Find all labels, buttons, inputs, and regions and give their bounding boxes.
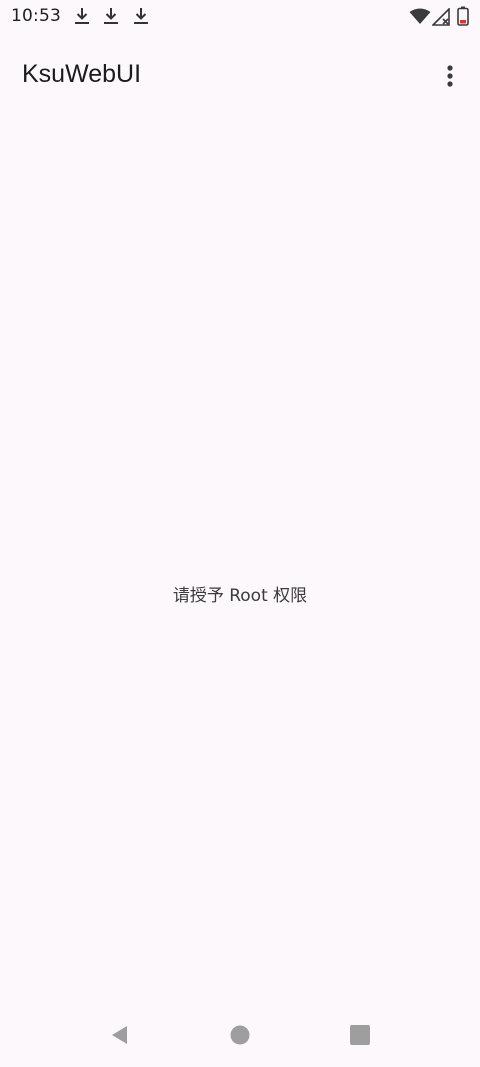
- status-time: 10:53: [11, 6, 61, 26]
- home-icon: [230, 1025, 250, 1045]
- back-button[interactable]: [104, 1020, 134, 1050]
- recents-button[interactable]: [345, 1020, 375, 1050]
- back-icon: [112, 1026, 127, 1044]
- home-button[interactable]: [225, 1020, 255, 1050]
- recents-icon: [350, 1025, 370, 1045]
- app-title: KsuWebUI: [22, 60, 142, 88]
- more-options-button[interactable]: [430, 56, 470, 96]
- more-vert-icon: [447, 65, 453, 87]
- battery-icon: [457, 6, 469, 26]
- status-bar: 10:53: [0, 0, 480, 34]
- root-permission-message: 请授予 Root 权限: [172, 586, 308, 606]
- signal-no-data-icon: [432, 8, 450, 26]
- download-icon: [134, 8, 148, 24]
- download-icon: [104, 8, 118, 24]
- download-icon: [75, 8, 89, 24]
- top-app-bar: KsuWebUI: [0, 50, 480, 106]
- system-navigation-bar: [0, 1010, 480, 1060]
- wifi-icon: [409, 8, 431, 24]
